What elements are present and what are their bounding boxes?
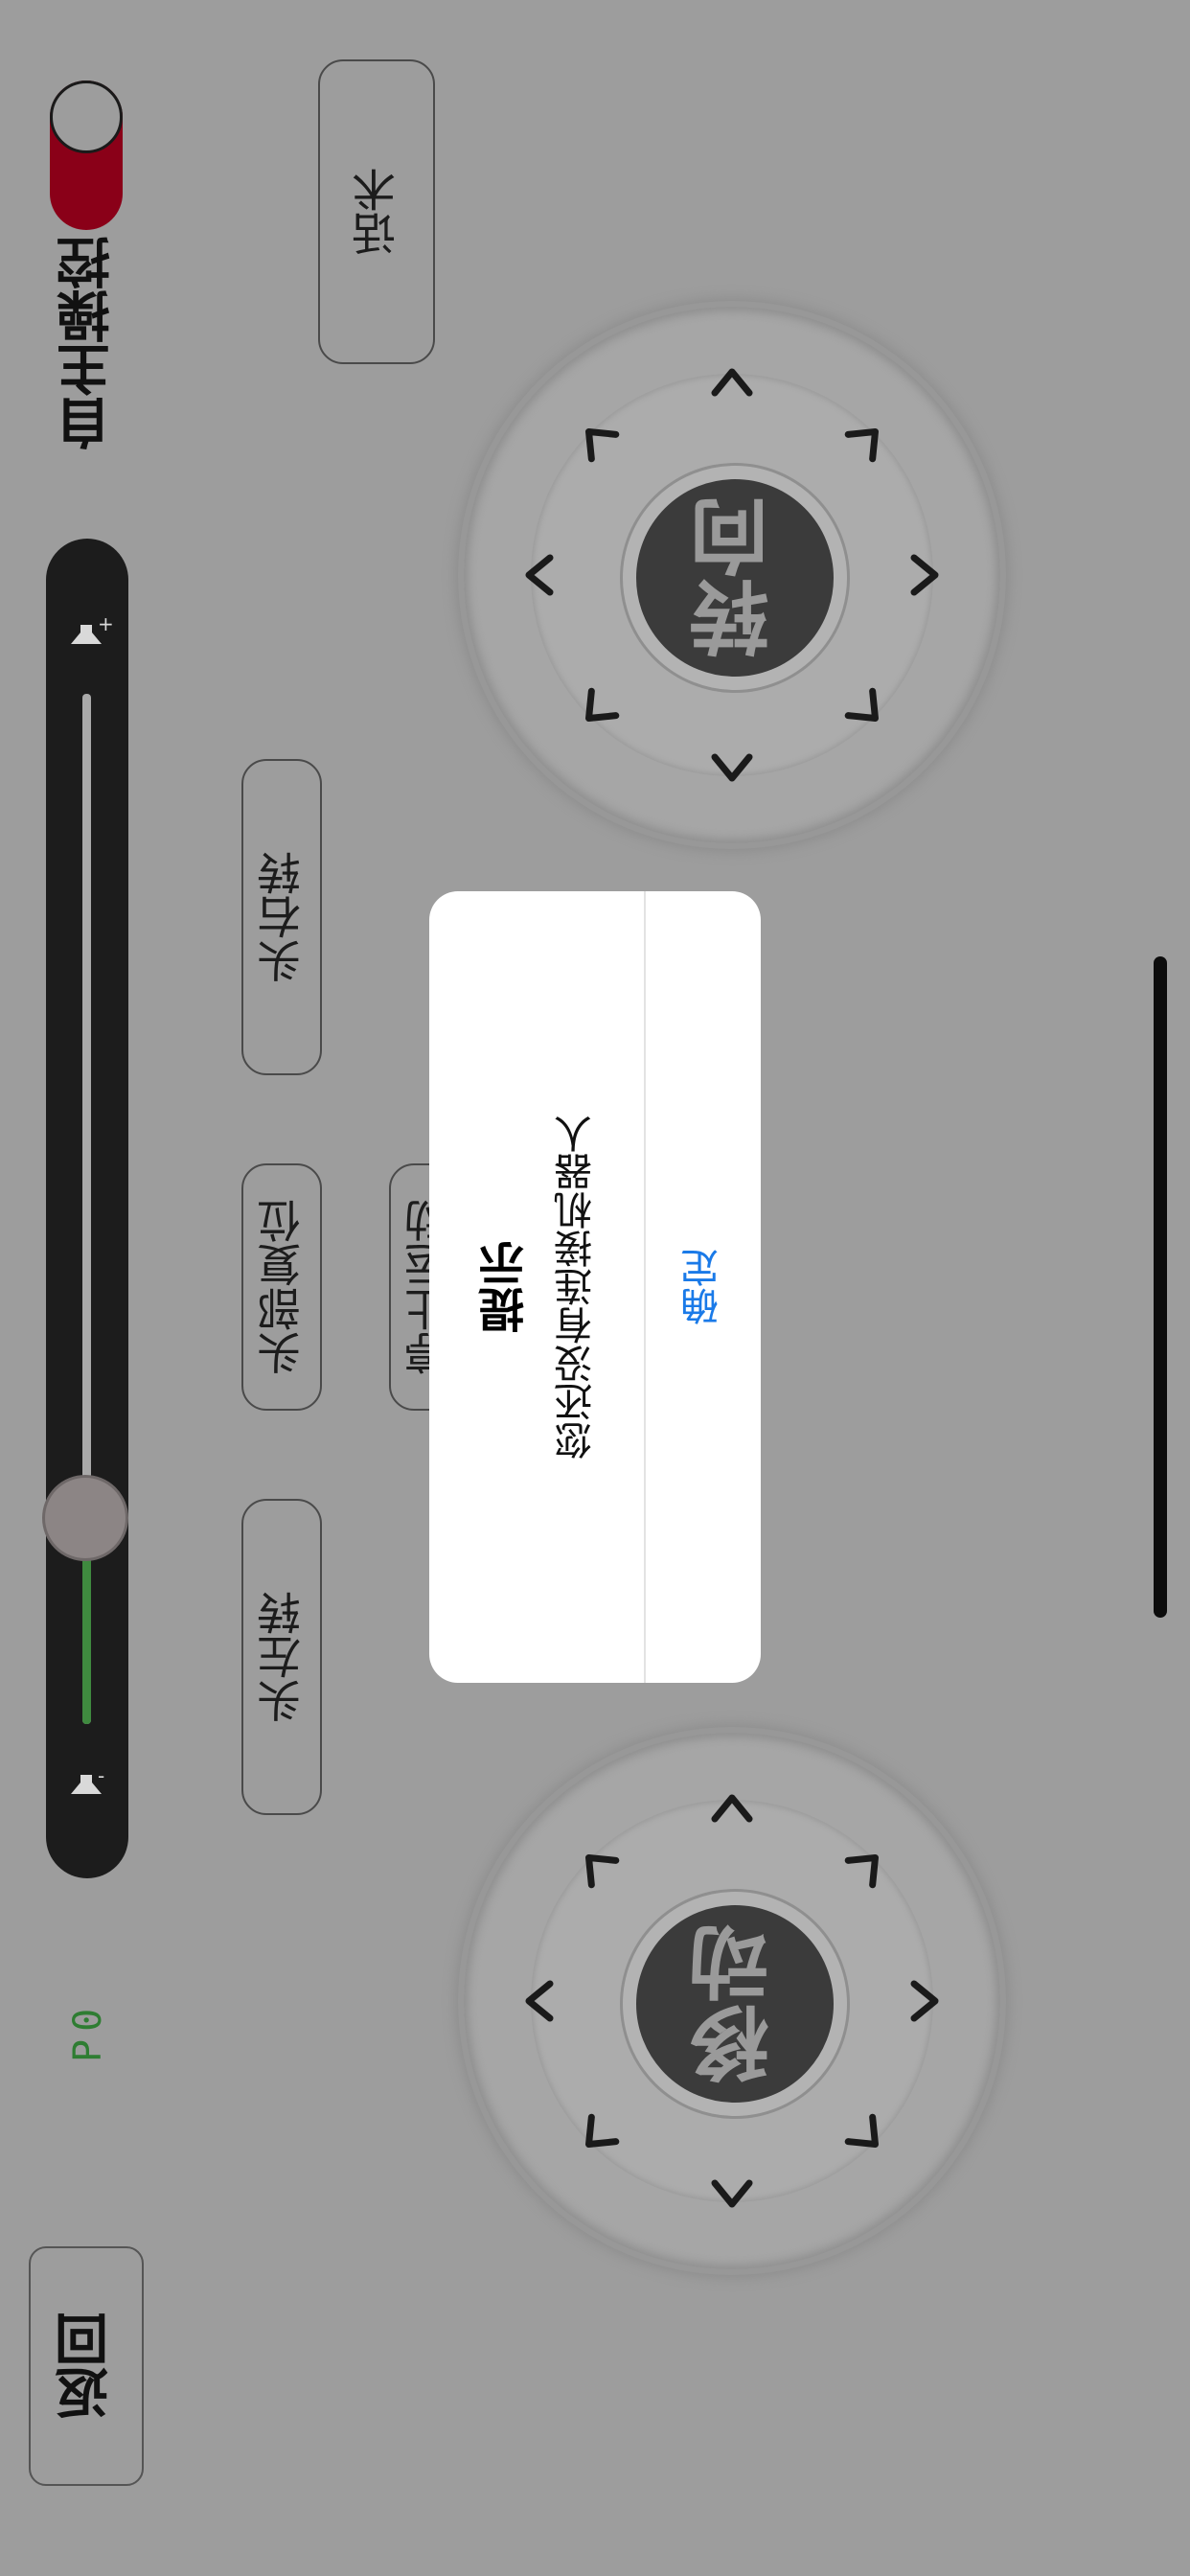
move-arrow-up-icon[interactable] [703, 1781, 761, 1838]
turn-arrow-right-icon[interactable] [895, 546, 952, 604]
volume-thumb[interactable] [42, 1475, 128, 1561]
back-button[interactable]: 返回 [29, 2246, 144, 2486]
alert-dialog: 提示 您还没有连接机器人 确定 [429, 891, 761, 1683]
move-arrow-down-icon[interactable] [703, 2164, 761, 2221]
script-button-label: 话术 [351, 168, 402, 256]
head-reset-button[interactable]: 头部复位 [241, 1163, 322, 1411]
move-arrow-down-left-icon[interactable] [568, 2107, 626, 2165]
turn-arrow-down-left-icon[interactable] [568, 681, 626, 739]
head-left-label: 头左转 [256, 1591, 308, 1723]
script-button[interactable]: 话术 [318, 59, 435, 364]
turn-arrow-down-right-icon[interactable] [838, 681, 896, 739]
turn-arrow-up-left-icon[interactable] [568, 411, 626, 469]
turn-arrow-up-icon[interactable] [703, 355, 761, 412]
move-arrow-up-left-icon[interactable] [568, 1837, 626, 1895]
move-arrow-up-right-icon[interactable] [838, 1837, 896, 1895]
dialog-ok-button[interactable]: 确定 [646, 891, 761, 1683]
back-button-label: 返回 [55, 2312, 118, 2420]
home-indicator [1154, 956, 1167, 1618]
move-arrow-down-right-icon[interactable] [838, 2107, 896, 2165]
head-right-button[interactable]: 头右转 [241, 759, 322, 1075]
dialog-title: 提示 [479, 1241, 533, 1333]
head-right-label: 头右转 [256, 851, 308, 983]
move-arrow-left-icon[interactable] [512, 1972, 569, 2030]
toggle-knob[interactable] [50, 80, 123, 153]
turn-arrow-down-icon[interactable] [703, 738, 761, 795]
dialog-message: 您还没有连接机器人 [555, 1115, 599, 1460]
head-reset-label: 头部复位 [256, 1199, 308, 1375]
svg-text:+: + [98, 612, 113, 635]
move-arrow-right-icon[interactable] [895, 1972, 952, 2030]
move-joystick-label: 移动 [688, 1923, 783, 2084]
turn-arrow-left-icon[interactable] [512, 546, 569, 604]
p-status-label: P0 [66, 2000, 110, 2063]
move-joystick-knob[interactable]: 移动 [623, 1892, 847, 2116]
turn-arrow-up-right-icon[interactable] [838, 411, 896, 469]
auto-control-label: 自主操控 [57, 236, 120, 450]
volume-down-icon: - [57, 1760, 115, 1817]
turn-joystick-label: 转向 [688, 497, 783, 658]
turn-joystick-knob[interactable]: 转向 [623, 466, 847, 690]
svg-text:-: - [98, 1764, 104, 1787]
head-left-button[interactable]: 头左转 [241, 1499, 322, 1815]
volume-up-icon: + [57, 610, 115, 667]
